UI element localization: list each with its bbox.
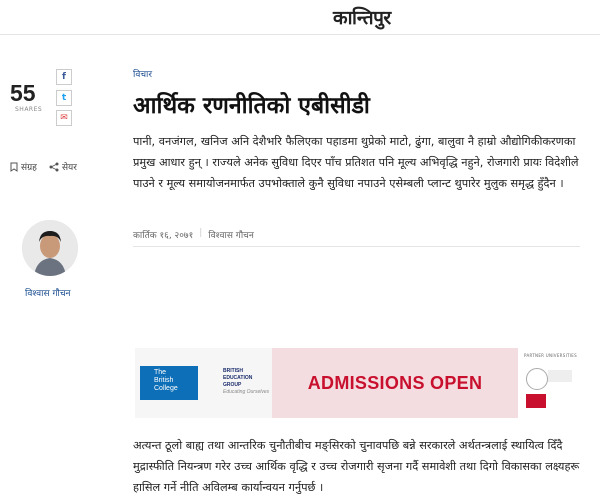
author-avatar[interactable] (22, 220, 78, 276)
site-header: कान्तिपुर (0, 0, 600, 35)
share-count: 55 (10, 80, 36, 106)
site-logo[interactable]: कान्तिपुर (333, 4, 391, 30)
share-button[interactable]: सेयर (49, 160, 77, 173)
author-photo (22, 220, 78, 276)
college-line-3: College (154, 385, 178, 392)
article-title: आर्थिक रणनीतिको एबीसीडी (133, 93, 370, 119)
british-college-logo: The British College (140, 366, 198, 400)
twitter-icon: t (61, 93, 67, 103)
beg-logo: BRITISH EDUCATION GROUP Educating Oursel… (223, 368, 269, 396)
ad-left-panel: The British College BRITISH EDUCATION GR… (135, 348, 272, 418)
divider (133, 246, 580, 247)
facebook-icon: f (62, 72, 66, 82)
save-button[interactable]: संग्रह (10, 160, 37, 173)
article-meta: कार्तिक १६, २०७१ | विश्वास गौचन (133, 228, 254, 241)
share-icon (49, 162, 59, 171)
author-name-link[interactable]: विश्वास गौचन (25, 286, 71, 299)
meta-separator: | (199, 228, 203, 238)
ad-partners-panel: PARTNER UNIVERSITIES (518, 348, 579, 418)
article-date: कार्तिक १६, २०७१ (133, 231, 194, 241)
group-line-1: BRITISH (223, 368, 243, 374)
ad-partner-label: PARTNER UNIVERSITIES (524, 353, 577, 358)
share-label: SHARES (15, 106, 43, 113)
facebook-share-button[interactable]: f (56, 69, 72, 85)
advertisement-banner[interactable]: The British College BRITISH EDUCATION GR… (135, 348, 579, 418)
share-label-text: सेयर (61, 163, 77, 173)
bookmark-icon (10, 162, 18, 172)
article-actions: संग्रह सेयर (10, 160, 77, 173)
article-author-link[interactable]: विश्वास गौचन (208, 228, 254, 241)
group-line-2: EDUCATION (223, 375, 253, 381)
article-summary: पानी, वनजंगल, खनिज अनि देशैभरि फैलिएका प… (133, 135, 579, 190)
college-line-2: British (154, 377, 174, 384)
ad-headline: ADMISSIONS OPEN (307, 372, 483, 393)
category-link[interactable]: विचार (133, 67, 152, 80)
partner-logo-icon (548, 370, 572, 382)
twitter-share-button[interactable]: t (56, 90, 72, 106)
email-share-button[interactable]: ✉ (56, 110, 72, 126)
article-body-paragraph: अत्यन्त ठूलो बाह्य तथा आन्तरिक चुनौतीबीच… (133, 439, 580, 494)
save-label: संग्रह (21, 163, 37, 173)
email-icon: ✉ (60, 113, 68, 123)
partner-logo-icon (526, 368, 548, 390)
ad-middle-panel: ADMISSIONS OPEN (272, 348, 518, 418)
group-tagline: Educating Ourselves (223, 389, 270, 395)
college-line-1: The (154, 369, 167, 376)
group-line-3: GROUP (223, 382, 242, 388)
partner-logo-icon (526, 394, 546, 408)
